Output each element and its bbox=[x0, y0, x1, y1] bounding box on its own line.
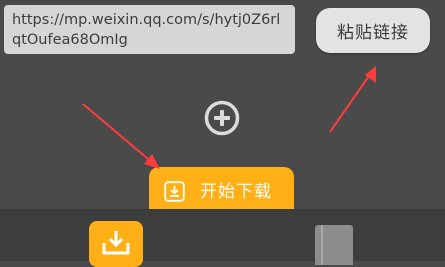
paste-link-button-label: 粘贴链接 bbox=[337, 23, 409, 43]
download-icon bbox=[164, 181, 185, 202]
plus-circle-icon[interactable] bbox=[204, 100, 240, 136]
bottom-nav-bar bbox=[0, 209, 445, 267]
arrow-to-paste bbox=[329, 72, 372, 133]
book-spine bbox=[321, 225, 323, 265]
book-tab-icon[interactable] bbox=[315, 225, 353, 265]
url-input[interactable]: https://mp.weixin.qq.com/s/hytj0Z6rlqtOu… bbox=[4, 5, 295, 54]
nav-download-tab[interactable] bbox=[89, 221, 143, 267]
arrow-head-paste bbox=[365, 66, 376, 83]
start-download-label: 开始下载 bbox=[200, 182, 272, 202]
paste-link-button[interactable]: 粘贴链接 bbox=[316, 8, 430, 53]
arrow-to-download bbox=[82, 103, 155, 165]
download-tab-icon bbox=[102, 231, 130, 255]
